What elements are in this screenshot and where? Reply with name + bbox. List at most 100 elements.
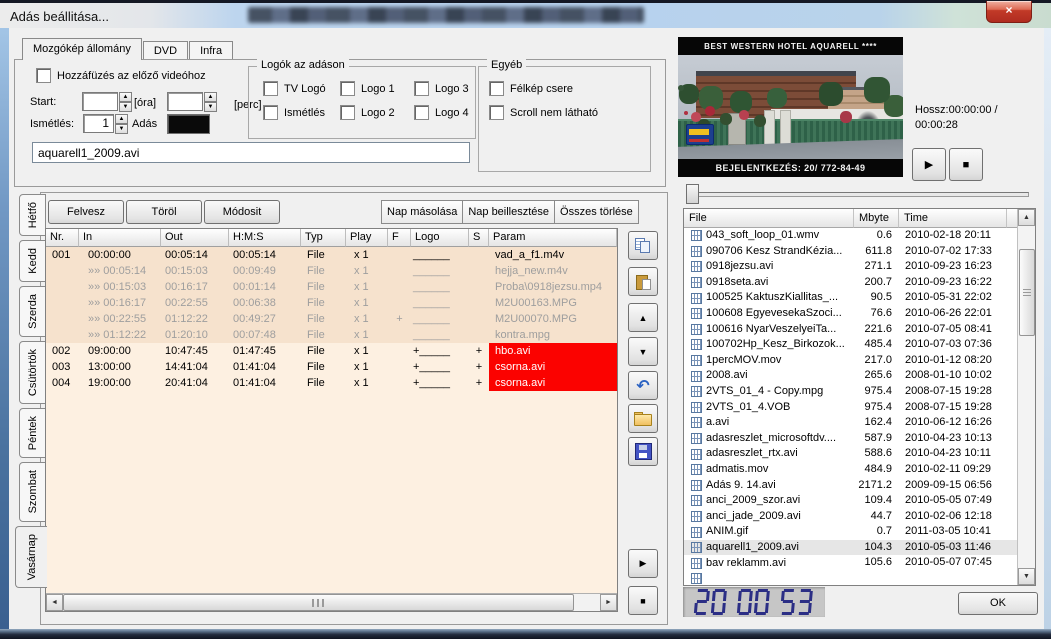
spin-down-icon[interactable]: ▼ — [119, 102, 132, 112]
file-row[interactable]: 2008.avi 265.6 2008-01-10 10:02 — [684, 368, 1018, 384]
checkbox[interactable]: Logo 4 — [414, 105, 469, 120]
schedule-row[interactable]: »» 00:15:03 00:16:17 00:01:14 File x 1 _… — [46, 279, 617, 295]
toolbar-button[interactable]: Töröl — [126, 200, 202, 224]
day-toolbar: Nap másolásaNap beillesztéseÖsszes törlé… — [382, 200, 639, 224]
day-action-button[interactable]: Nap másolása — [381, 200, 463, 224]
schedule-row[interactable]: 002 09:00:00 10:47:45 01:47:45 File x 1 … — [46, 343, 617, 359]
preview-play-button[interactable]: ▶ — [912, 148, 946, 181]
schedule-stop-button[interactable]: ■ — [628, 586, 658, 615]
save-button[interactable] — [628, 437, 658, 466]
file-row[interactable]: a.avi 162.4 2010-06-12 16:26 — [684, 415, 1018, 431]
schedule-row[interactable]: »» 00:05:14 00:15:03 00:09:49 File x 1 _… — [46, 263, 617, 279]
file-col-mbyte[interactable]: Mbyte — [854, 209, 899, 228]
toolbar-button[interactable]: Módosit — [204, 200, 280, 224]
tab[interactable]: Mozgókép állomány — [22, 38, 142, 60]
tab[interactable]: Infra — [189, 41, 233, 60]
undo-button[interactable]: ↶ — [628, 371, 658, 400]
file-row[interactable]: 043_soft_loop_01.wmv 0.6 2010-02-18 20:1… — [684, 228, 1018, 244]
preview-stop-button[interactable]: ■ — [949, 148, 983, 181]
day-action-button[interactable]: Nap beillesztése — [462, 200, 555, 224]
day-tab[interactable]: Kedd — [19, 240, 46, 282]
file-time: 2010-09-23 16:22 — [899, 275, 1018, 291]
schedule-horizontal-scrollbar[interactable]: ◄ ► — [46, 593, 617, 611]
file-row[interactable]: 100702Hp_Kesz_Birkozok... 485.4 2010-07-… — [684, 337, 1018, 353]
paste-day-button[interactable] — [628, 267, 658, 296]
file-row[interactable]: 0918seta.avi 200.7 2010-09-23 16:22 — [684, 275, 1018, 291]
checkbox[interactable]: Logo 3 — [414, 81, 469, 96]
schedule-row[interactable]: »» 00:22:55 01:12:22 00:49:27 File x 1 +… — [46, 311, 617, 327]
play-icon: ▶ — [925, 158, 933, 171]
day-tab[interactable]: Szerda — [19, 286, 46, 337]
seek-slider[interactable] — [683, 183, 1033, 205]
day-tab[interactable]: Hétfő — [19, 194, 46, 236]
move-down-button[interactable]: ▼ — [628, 337, 658, 366]
schedule-row[interactable]: »» 01:12:22 01:20:10 00:07:48 File x 1 _… — [46, 327, 617, 343]
toolbar-button[interactable]: Felvesz — [48, 200, 124, 224]
scroll-right-icon[interactable]: ► — [600, 594, 617, 611]
file-row[interactable]: adasreszlet_rtx.avi 588.6 2010-04-23 10:… — [684, 446, 1018, 462]
schedule-row[interactable]: 003 13:00:00 14:41:04 01:41:04 File x 1 … — [46, 359, 617, 375]
file-vertical-scrollbar[interactable]: ▲ ▼ — [1017, 209, 1035, 585]
checkbox[interactable]: Scroll nem látható — [489, 105, 598, 120]
file-row[interactable]: 2VTS_01_4.VOB 975.4 2008-07-15 19:28 — [684, 400, 1018, 416]
checkbox-label: Logo 3 — [435, 83, 469, 95]
spin-up-icon[interactable]: ▲ — [115, 114, 128, 124]
file-row[interactable]: admatis.mov 484.9 2010-02-11 09:29 — [684, 462, 1018, 478]
scrollbar-thumb[interactable] — [63, 594, 574, 611]
file-row[interactable]: aquarell1_2009.avi 104.3 2010-05-03 11:4… — [684, 540, 1018, 556]
spin-up-icon[interactable]: ▲ — [119, 92, 132, 102]
checkbox[interactable]: TV Logó — [263, 81, 340, 96]
file-row[interactable]: anci_2009_szor.avi 109.4 2010-05-05 07:4… — [684, 493, 1018, 509]
file-name: 0918seta.avi — [706, 275, 768, 291]
checkbox[interactable]: Ismétlés — [263, 105, 340, 120]
copy-day-button[interactable] — [628, 231, 658, 260]
file-row[interactable]: 1percMOV.mov 217.0 2010-01-12 08:20 — [684, 353, 1018, 369]
day-tab[interactable]: Szombat — [19, 462, 46, 521]
adas-color-swatch[interactable] — [167, 114, 210, 134]
scroll-down-icon[interactable]: ▼ — [1018, 568, 1035, 585]
slider-track[interactable] — [693, 192, 1029, 197]
append-previous-checkbox[interactable]: Hozzáfüzés az előző videóhoz — [36, 68, 206, 83]
file-row[interactable]: Adás 9. 14.avi 2171.2 2009-09-15 06:56 — [684, 478, 1018, 494]
slider-thumb[interactable] — [686, 184, 699, 204]
file-row[interactable]: 100616 NyarVeszelyeiTa... 221.6 2010-07-… — [684, 322, 1018, 338]
file-col-name[interactable]: File — [684, 209, 854, 228]
close-button[interactable]: × — [986, 1, 1032, 23]
schedule-row[interactable]: »» 00:16:17 00:22:55 00:06:38 File x 1 _… — [46, 295, 617, 311]
filename-input[interactable] — [32, 142, 470, 163]
spin-down-icon[interactable]: ▼ — [204, 102, 217, 112]
file-row[interactable]: ANIM.gif 0.7 2011-03-05 10:41 — [684, 524, 1018, 540]
checkbox[interactable]: Logo 1 — [340, 81, 414, 96]
day-tab[interactable]: Péntek — [19, 408, 46, 458]
checkbox[interactable]: Logo 2 — [340, 105, 414, 120]
file-row[interactable]: adasreszlet_microsoftdv.... 587.9 2010-0… — [684, 431, 1018, 447]
file-row[interactable]: bav reklamm.avi 105.6 2010-05-07 07:45 — [684, 555, 1018, 571]
file-col-time[interactable]: Time — [899, 209, 1007, 228]
schedule-play-button[interactable]: ▶ — [628, 549, 658, 578]
file-row[interactable]: 0918jezsu.avi 271.1 2010-09-23 16:23 — [684, 259, 1018, 275]
start-minute-field[interactable] — [167, 92, 203, 111]
file-row[interactable]: 100525 KaktuszKiallitas_... 90.5 2010-05… — [684, 290, 1018, 306]
schedule-row[interactable]: 004 19:00:00 20:41:04 01:41:04 File x 1 … — [46, 375, 617, 391]
file-row[interactable]: 2VTS_01_4 - Copy.mpg 975.4 2008-07-15 19… — [684, 384, 1018, 400]
start-hour-field[interactable] — [82, 92, 118, 111]
move-up-button[interactable]: ▲ — [628, 303, 658, 332]
spin-up-icon[interactable]: ▲ — [204, 92, 217, 102]
file-row[interactable]: 100608 EgyevesekaSzoci... 76.6 2010-06-2… — [684, 306, 1018, 322]
ok-button[interactable]: OK — [958, 592, 1038, 615]
day-tab[interactable]: Csütörtök — [19, 341, 46, 404]
repeat-count-field[interactable]: 1 — [83, 114, 114, 133]
scroll-up-icon[interactable]: ▲ — [1018, 209, 1035, 226]
open-button[interactable] — [628, 404, 658, 433]
spin-down-icon[interactable]: ▼ — [115, 124, 128, 134]
day-action-button[interactable]: Összes törlése — [554, 200, 639, 224]
tab[interactable]: DVD — [143, 41, 188, 60]
schedule-row[interactable]: 001 00:00:00 00:05:14 00:05:14 File x 1 … — [46, 247, 617, 263]
scrollbar-thumb[interactable] — [1019, 249, 1035, 336]
checkbox[interactable]: Félkép csere — [489, 81, 598, 96]
scroll-left-icon[interactable]: ◄ — [46, 594, 63, 611]
file-row[interactable] — [684, 571, 1018, 585]
file-row[interactable]: 090706 Kesz StrandKézia... 611.8 2010-07… — [684, 244, 1018, 260]
file-row[interactable]: anci_jade_2009.avi 44.7 2010-02-06 12:18 — [684, 509, 1018, 525]
day-tab[interactable]: Vasárnap — [15, 526, 47, 588]
